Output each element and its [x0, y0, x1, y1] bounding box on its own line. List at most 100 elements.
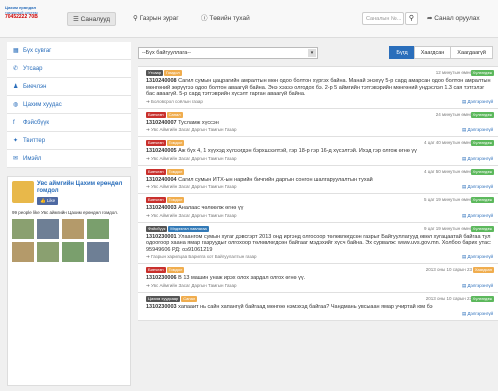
fan-photo[interactable]	[37, 219, 59, 239]
nav-about-label: Төвийн тухай	[209, 15, 250, 22]
tab-closed[interactable]: Хаагдсан	[413, 46, 452, 59]
organization-line: ➔ Газрын харилцаа Барилга хот Байгуулалт…	[146, 254, 494, 260]
list-item[interactable]: Фэйсбүүк Мэдээлэл лавлагаа 9 цаг 19 минуты…	[138, 222, 498, 264]
like-label: Like	[46, 198, 56, 203]
sidebar-item-all[interactable]: ▦ Бүх сувгаг	[7, 42, 131, 60]
facebook-page-avatar[interactable]	[12, 181, 34, 203]
category-badge: Фэйсбүүк	[146, 225, 168, 232]
category-badge: Биечлэн	[146, 140, 166, 146]
proposal-body: Сагил сумын ИТХ-ын нарийн бичгийн даргын…	[178, 176, 373, 183]
status-badge: Хүлээгдэж	[470, 225, 494, 232]
list-item[interactable]: Биечлэн Санал 24 минутын өмнө Хүлээгдэж 1310…	[138, 108, 498, 137]
search-icon: ⚲	[408, 15, 415, 22]
organization-name: Увс Аймгийн Засаг Даргын Тамгын Газар	[151, 184, 237, 189]
timestamp: 5 цаг 19 минутын өмнө	[424, 197, 472, 202]
sidebar-item-web[interactable]: ◍ Цахим хуудас	[7, 96, 131, 114]
sidebar-item-label: Биечлэн	[23, 84, 47, 90]
search-input[interactable]: Саналын №...	[362, 12, 404, 25]
organization-name: Увс Аймгийн Засаг Даргын Тамгын Газар	[151, 127, 237, 132]
detail-link[interactable]: ▤ Дэлгэрэнгүй	[462, 311, 493, 317]
organization-name: Увс Аймгийн Засаг Даргын Тамгын Газар	[151, 282, 237, 288]
nav-proposals[interactable]: ☰ Саналууд	[67, 12, 117, 26]
list-item[interactable]: Утсаар Гомдол 12 минутын өмнө Хүлээгдэж 1310…	[138, 67, 498, 109]
status-tabs: Бүгд Хаагдсан Хаагдаагүй	[389, 46, 493, 59]
phone-icon: ✆	[13, 66, 19, 72]
category-badge: Биечлэн	[146, 267, 166, 273]
sidebar-item-twitter[interactable]: ✦ Твиттер	[7, 132, 131, 150]
logo-phone: 70452222 70В	[5, 14, 38, 20]
detail-link-label: Дэлгэрэнгүй	[467, 127, 494, 132]
detail-link-label: Дэлгэрэнгүй	[467, 212, 494, 218]
search-button[interactable]: ⚲	[405, 12, 418, 25]
mail-icon: ✉	[13, 156, 19, 162]
list-item[interactable]: Биечлэн Гомдол 2013 оны 10 сарын 23 Хаагдса…	[138, 264, 498, 293]
nav-proposals-label: Саналууд	[80, 16, 111, 23]
sidebar-item-label: Твиттер	[23, 138, 46, 144]
sidebar-item-facebook[interactable]: f Фэйсбүүк	[7, 114, 131, 132]
detail-link[interactable]: ▤ Дэлгэрэнгүй	[462, 127, 493, 133]
sidebar-item-mail[interactable]: ✉ Имэйл	[7, 150, 131, 168]
fan-photo[interactable]	[37, 242, 59, 262]
proposal-body: Аж бүх 4, 1 хүүхэд хүлээгдэн бэрхшээлтэй…	[178, 148, 417, 154]
facebook-like-button[interactable]: 👍 Like	[37, 197, 59, 205]
timestamp: 4 цаг 50 минутын өмнө	[424, 168, 472, 174]
category-badge: Биечлэн	[146, 168, 166, 175]
timestamp: 2013 оны 10 сарын 23	[425, 295, 472, 301]
status-badge: Хаагдсан	[472, 267, 494, 273]
map-pin-icon: ⚲	[133, 15, 140, 22]
list-item[interactable]: Биечлэн Гомдол 5 цаг 19 минутын өмнө Хүлээг…	[138, 194, 498, 223]
proposal-id: 1310240005	[146, 148, 177, 154]
sidebar-item-label: Цахим хуудас	[23, 102, 62, 108]
nav-map[interactable]: ⚲ Газрын зураг	[128, 12, 184, 26]
fan-photo[interactable]	[87, 242, 109, 262]
detail-link[interactable]: ▤ Дэлгэрэнгүй	[462, 283, 493, 289]
nav-about[interactable]: ⓘ Төвийн тухай	[196, 12, 255, 26]
logo[interactable]: Цахим ерөндөл тамирлый систем 70452222 7…	[5, 5, 55, 20]
detail-link[interactable]: ▤ Дэлгэрэнгүй	[462, 156, 493, 162]
timestamp: 2013 оны 10 сарын 23	[425, 267, 472, 272]
facebook-page-name[interactable]: Увс аймгийн Цахим ерөндөл гомдол	[37, 181, 126, 195]
list-item[interactable]: Биечлэн Гомдол 4 цаг 50 минутын өмнө Хүлээг…	[138, 165, 498, 194]
tab-open[interactable]: Хаагдаагүй	[450, 46, 493, 59]
send-proposal-button[interactable]: ➦ Санал оруулах	[422, 12, 485, 26]
sidebar-item-phone[interactable]: ✆ Утсаар	[7, 60, 131, 78]
detail-link[interactable]: ▤ Дэлгэрэнгүй	[462, 99, 493, 105]
sidebar-item-label: Утсаар	[23, 66, 43, 72]
list-item[interactable]: Биечлэн Гомдол 4 цаг 40 минутын өмнө Хүлээг…	[138, 137, 498, 166]
detail-link-label: Дэлгэрэнгүй	[467, 98, 494, 104]
timestamp: 4 цаг 40 минутын өмнө	[424, 140, 472, 145]
fan-photo[interactable]	[12, 219, 34, 239]
category-badge: Биечлэн	[146, 111, 166, 118]
fan-photo[interactable]	[62, 219, 84, 239]
sidebar-item-person[interactable]: ♟ Биечлэн	[7, 78, 131, 96]
grid-icon: ▦	[13, 48, 19, 54]
proposal-body: хапааит нь сайн хапангүй байгаад мөнгөө …	[178, 303, 433, 310]
organization-name: Боловсрол соёлын газар	[151, 98, 203, 104]
category-badge: Цахим хуудсаар	[146, 295, 181, 302]
detail-link[interactable]: ▤ Дэлгэрэнгүй	[462, 254, 493, 260]
category-badge: Санал	[166, 111, 183, 118]
fan-photo[interactable]	[87, 219, 109, 239]
filter-bar: --Бүх байгууллага-- ▾ Бүгд Хаагдсан Хаагд…	[138, 40, 498, 66]
detail-link[interactable]: ▤ Дэлгэрэнгүй	[462, 213, 493, 219]
list-icon: ☰	[73, 16, 81, 23]
category-badge: Утсаар	[146, 70, 164, 76]
sidebar: ▦ Бүх сувгаг ✆ Утсаар ♟ Биечлэн ◍ Цахим хууд…	[7, 42, 131, 386]
organization-line: ➔ Увс Аймгийн Засаг Даргын Тамгын Газар ▤…	[146, 156, 494, 162]
fan-photo[interactable]	[62, 242, 84, 262]
proposal-id: 1310230003	[146, 303, 177, 310]
list-item[interactable]: Цахим хуудсаар Санал 2013 оны 10 сарын 23 Х…	[138, 292, 498, 321]
timestamp: 9 цаг 19 минутын өмнө	[424, 225, 472, 231]
sidebar-item-label: Имэйл	[23, 156, 42, 162]
timestamp: 12 минутын өмнө	[435, 70, 472, 75]
proposal-body: В 13 машин унаж ирэх олох зардал олгох ө…	[178, 275, 306, 281]
organization-line: ▤ Дэлгэрэнгүй	[146, 311, 494, 317]
fan-photo[interactable]	[12, 242, 34, 262]
detail-link[interactable]: ▤ Дэлгэрэнгүй	[462, 184, 493, 190]
proposal-body: Сагил сумын цацрагийн амралтын мөн одоо …	[146, 78, 491, 97]
organization-select-value: --Бүх байгууллага--	[142, 50, 191, 56]
status-badge: Хүлээгдэж	[470, 197, 494, 203]
category-badge: Гомдол	[166, 197, 185, 203]
tab-all[interactable]: Бүгд	[389, 46, 415, 59]
organization-select[interactable]: --Бүх байгууллага-- ▾	[138, 47, 318, 59]
